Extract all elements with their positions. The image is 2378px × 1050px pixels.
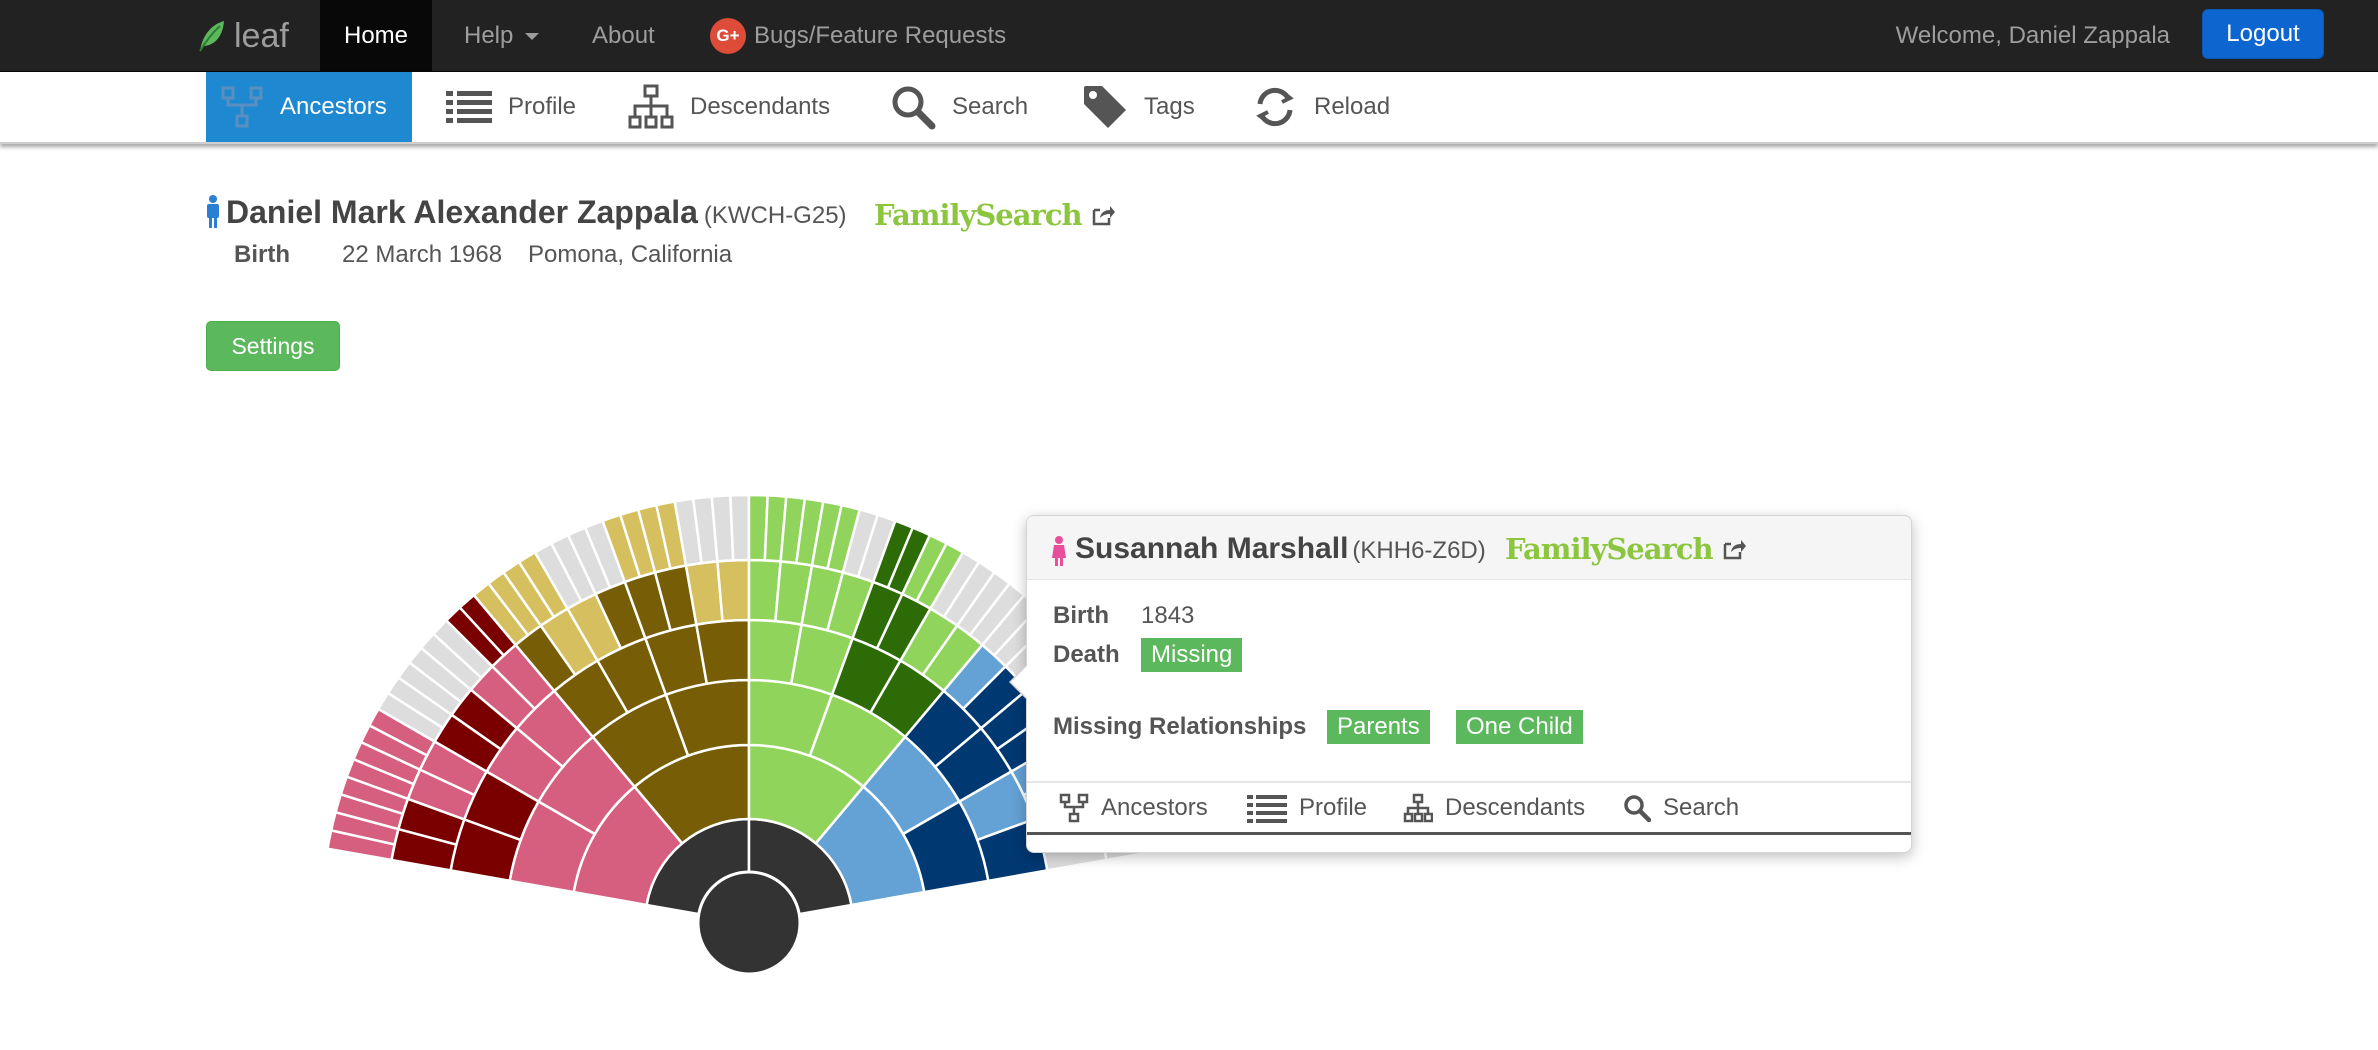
nav-bugs-label: Bugs/Feature Requests bbox=[754, 22, 1007, 49]
fan-person-cell[interactable] bbox=[716, 558, 751, 623]
male-person-icon bbox=[207, 195, 219, 228]
popup-profile-button[interactable]: Profile bbox=[1247, 783, 1367, 833]
female-person-icon bbox=[1052, 536, 1066, 566]
birth-date: 22 March 1968 bbox=[342, 241, 503, 268]
sitemap-icon bbox=[628, 84, 674, 129]
person-popup: Susannah Marshall (KHH6-Z6D) FamilySearch… bbox=[1009, 515, 1912, 853]
popup-arrow bbox=[1009, 664, 1028, 700]
tab-ancestors-label: Ancestors bbox=[280, 93, 387, 120]
popup-familysearch-link[interactable]: FamilySearch bbox=[1505, 532, 1746, 566]
person-full-name: Daniel Mark Alexander Zappala bbox=[226, 194, 698, 230]
nav-home[interactable]: Home bbox=[320, 0, 433, 72]
popup-ancestors-label: Ancestors bbox=[1101, 794, 1208, 821]
familysearch-link[interactable]: FamilySearch bbox=[874, 198, 1115, 232]
caret-down-icon bbox=[525, 32, 540, 40]
popup-profile-label: Profile bbox=[1299, 794, 1368, 821]
popup-person-name: Susannah Marshall (KHH6-Z6D) bbox=[1075, 532, 1486, 566]
tab-profile-label: Profile bbox=[508, 93, 577, 120]
popup-death-missing-badge: Missing bbox=[1141, 638, 1243, 672]
birth-place: Pomona, California bbox=[528, 241, 733, 268]
tab-search[interactable]: Search bbox=[890, 72, 1028, 142]
search-icon bbox=[1624, 795, 1651, 822]
tab-search-label: Search bbox=[952, 93, 1029, 120]
ancestors-icon bbox=[1059, 793, 1089, 823]
popup-missing-relationships-label: Missing Relationships bbox=[1053, 713, 1307, 740]
tab-descendants-label: Descendants bbox=[690, 93, 831, 120]
search-icon bbox=[892, 86, 936, 130]
tab-reload-label: Reload bbox=[1314, 93, 1391, 120]
popup-header: Susannah Marshall (KHH6-Z6D) FamilySearch bbox=[1027, 516, 1911, 580]
popup-person-id: (KHH6-Z6D) bbox=[1352, 537, 1486, 564]
nav-bugs-feature-requests[interactable]: G+ Bugs/Feature Requests bbox=[686, 0, 1030, 72]
top-navbar: leaf Home Help About G+ Bugs/Feature Req… bbox=[0, 0, 2378, 72]
google-plus-icon: G+ bbox=[710, 18, 746, 54]
list-icon bbox=[446, 91, 492, 123]
brand-logo[interactable]: leaf bbox=[196, 14, 289, 58]
fan-person-cell[interactable] bbox=[729, 493, 751, 562]
list-icon bbox=[1247, 795, 1287, 823]
brand-label: leaf bbox=[234, 16, 289, 55]
welcome-text: Welcome, Daniel Zappala bbox=[1895, 22, 2170, 49]
popup-search-label: Search bbox=[1663, 794, 1740, 821]
reload-icon bbox=[1256, 87, 1294, 127]
tab-descendants[interactable]: Descendants bbox=[628, 72, 830, 142]
sitemap-icon bbox=[1403, 793, 1433, 823]
popup-birth-label: Birth bbox=[1053, 602, 1109, 629]
tab-tags-label: Tags bbox=[1144, 93, 1195, 120]
fan-person-cell[interactable] bbox=[694, 618, 751, 686]
ancestors-icon bbox=[221, 86, 263, 128]
popup-full-name: Susannah Marshall bbox=[1075, 532, 1349, 565]
popup-ancestors-button[interactable]: Ancestors bbox=[1059, 783, 1208, 833]
popup-familysearch-logo-text: FamilySearch bbox=[1505, 532, 1714, 566]
popup-search-button[interactable]: Search bbox=[1623, 783, 1739, 833]
leaf-icon bbox=[199, 21, 224, 52]
popup-death-label: Death bbox=[1053, 641, 1120, 668]
tag-icon bbox=[1084, 86, 1126, 128]
nav-help-dropdown[interactable]: Help bbox=[440, 0, 563, 72]
nav-help-label: Help bbox=[464, 22, 514, 49]
person-name: Daniel Mark Alexander Zappala (KWCH-G25) bbox=[226, 194, 847, 231]
view-toolbar: Ancestors Profile Descendants Search Tag… bbox=[0, 72, 2378, 144]
tab-ancestors[interactable]: Ancestors bbox=[206, 72, 412, 142]
popup-missing-one-child-badge: One Child bbox=[1456, 710, 1583, 744]
nav-home-label: Home bbox=[344, 22, 409, 49]
tab-reload[interactable]: Reload bbox=[1252, 72, 1390, 142]
popup-descendants-label: Descendants bbox=[1445, 794, 1586, 821]
person-id: (KWCH-G25) bbox=[703, 202, 847, 229]
familysearch-logo-text: FamilySearch bbox=[874, 198, 1083, 232]
external-link-icon bbox=[1723, 540, 1746, 560]
popup-missing-parents-badge: Parents bbox=[1327, 710, 1430, 744]
birth-label: Birth bbox=[234, 241, 290, 268]
settings-button[interactable]: Settings bbox=[206, 321, 340, 371]
tab-profile[interactable]: Profile bbox=[446, 72, 576, 142]
logout-button[interactable]: Logout bbox=[2202, 9, 2324, 59]
tab-tags[interactable]: Tags bbox=[1082, 72, 1195, 142]
popup-descendants-button[interactable]: Descendants bbox=[1403, 783, 1585, 833]
popup-action-bar: Ancestors Profile Descendants Search bbox=[1027, 781, 1911, 835]
external-link-icon bbox=[1092, 206, 1115, 226]
fan-root-person[interactable] bbox=[696, 870, 802, 976]
nav-about[interactable]: About bbox=[568, 0, 679, 72]
nav-about-label: About bbox=[592, 22, 655, 49]
popup-birth-value: 1843 bbox=[1141, 602, 1195, 629]
